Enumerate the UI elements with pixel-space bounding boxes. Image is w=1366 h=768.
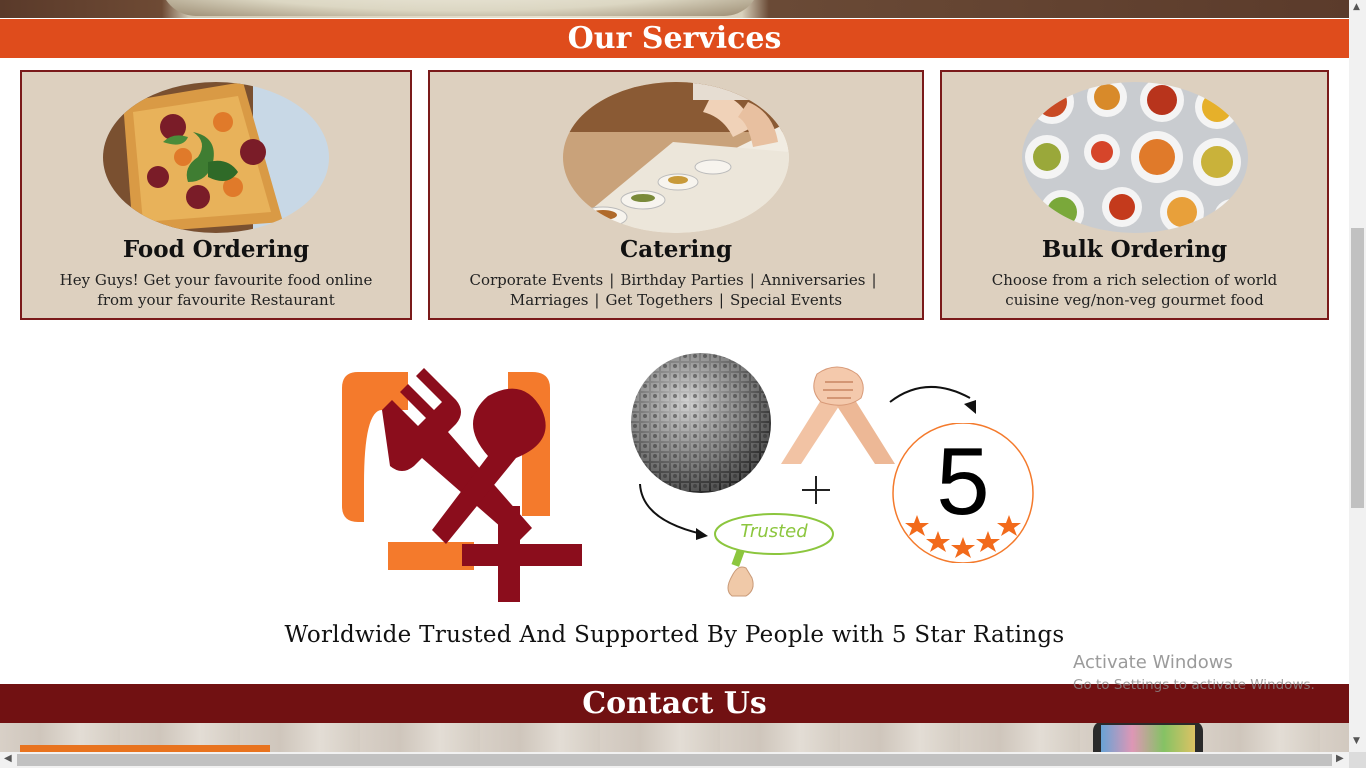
- service-description: Corporate Events | Birthday Parties | Annive…: [430, 270, 922, 310]
- services-heading-bar: Our Services: [0, 19, 1349, 58]
- rating-number: 5: [936, 428, 990, 535]
- catering-item: Corporate Events: [469, 271, 604, 289]
- trusted-badge-icon: Trusted: [712, 512, 838, 598]
- separator: |: [609, 271, 615, 289]
- service-title: Food Ordering: [122, 236, 310, 263]
- service-description-line: Choose from a rich selection of world: [991, 271, 1278, 289]
- service-description-line: from your favourite Restaurant: [97, 291, 335, 309]
- service-card-catering[interactable]: Catering Corporate Events | Birthday Parti…: [428, 70, 924, 320]
- vertical-scrollbar[interactable]: ▲ ▼: [1349, 0, 1366, 752]
- pizza-photo: [103, 82, 329, 233]
- scroll-left-arrow-icon[interactable]: ◀: [4, 753, 12, 764]
- scroll-right-arrow-icon[interactable]: ▶: [1336, 753, 1344, 764]
- service-description-line: cuisine veg/non-veg gourmet food: [1005, 291, 1264, 309]
- plus-icon: [800, 474, 832, 506]
- activate-windows-watermark: Activate Windows Go to Settings to activ…: [1073, 652, 1315, 693]
- separator: |: [718, 291, 724, 309]
- scroll-up-arrow-icon[interactable]: ▲: [1353, 2, 1360, 12]
- separator: |: [594, 291, 600, 309]
- catering-item: Special Events: [729, 291, 843, 309]
- trust-tagline: Worldwide Trusted And Supported By Peopl…: [284, 622, 1065, 648]
- trusted-badge-text: Trusted: [740, 521, 808, 542]
- handshake-icon: [781, 360, 895, 464]
- buffet-photo: [563, 82, 789, 233]
- horizontal-scrollbar-thumb[interactable]: [17, 754, 1332, 766]
- service-card-food-ordering[interactable]: Food Ordering Hey Guys! Get your favouri…: [20, 70, 412, 320]
- service-title: Catering: [619, 236, 733, 263]
- contact-background-photo: [0, 723, 1349, 752]
- separator: |: [749, 271, 755, 289]
- curved-arrow-icon: [636, 480, 714, 540]
- service-card-bulk-ordering[interactable]: Bulk Ordering Choose from a rich selecti…: [940, 70, 1329, 320]
- indian-dishes-photo: [1021, 82, 1248, 233]
- services-heading: Our Services: [567, 21, 782, 56]
- service-description-line: Hey Guys! Get your favourite food online: [59, 271, 373, 289]
- service-title: Bulk Ordering: [1041, 236, 1228, 263]
- catering-item: Birthday Parties: [620, 271, 744, 289]
- fork-spoon-plus-logo-icon: [338, 366, 584, 602]
- catering-item: Marriages: [509, 291, 589, 309]
- separator: |: [871, 271, 877, 289]
- catering-item: Anniversaries: [760, 271, 866, 289]
- people-globe-icon: [630, 352, 772, 494]
- curved-arrow-icon: [886, 378, 986, 418]
- service-description: Hey Guys! Get your favourite food online…: [22, 270, 410, 310]
- watermark-subtitle: Go to Settings to activate Windows.: [1073, 677, 1315, 693]
- watermark-title: Activate Windows: [1073, 652, 1233, 673]
- service-description: Choose from a rich selection of world cu…: [942, 270, 1327, 310]
- five-star-rating-icon: 5: [891, 422, 1035, 564]
- contact-heading: Contact Us: [582, 686, 767, 721]
- scrollbar-corner: [1349, 752, 1366, 768]
- vertical-scrollbar-thumb[interactable]: [1351, 228, 1364, 508]
- horizontal-scrollbar[interactable]: ◀ ▶: [0, 752, 1349, 768]
- catering-item: Get Togethers: [605, 291, 713, 309]
- top-banner-photo: [0, 0, 1349, 18]
- scroll-down-arrow-icon[interactable]: ▼: [1353, 736, 1360, 746]
